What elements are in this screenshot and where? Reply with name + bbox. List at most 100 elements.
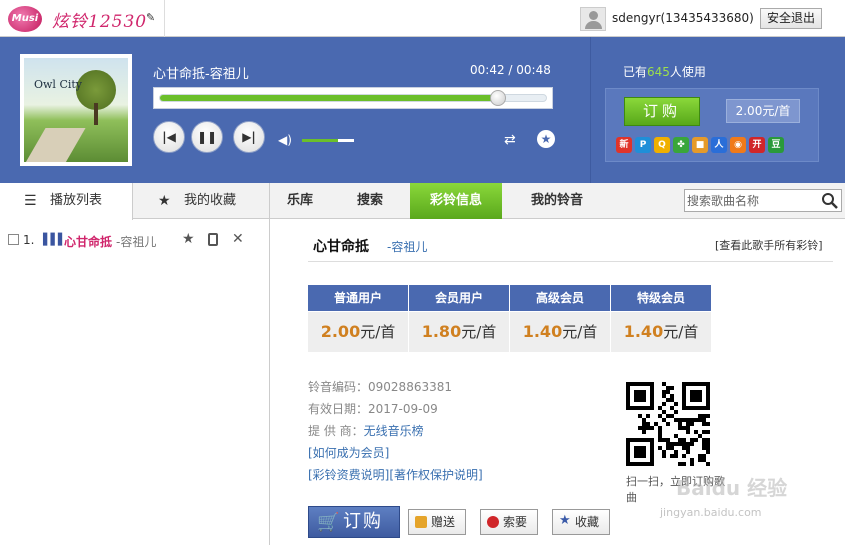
album-art-image: Owl City — [24, 58, 128, 162]
pause-icon: ❚❚ — [196, 130, 218, 144]
list-icon: ☰ — [24, 193, 37, 209]
top-bar: Musi 炫铃12530 ✎ sdengyr(13435433680) 安全退出 — [0, 0, 845, 37]
close-icon[interactable]: ✕ — [232, 231, 244, 247]
left-tab-bar: ☰ 播放列表 ★ 我的收藏 — [0, 183, 270, 220]
cart-icon: 🛒 — [317, 512, 340, 533]
code-value: 09028863381 — [368, 380, 452, 394]
request-icon — [487, 516, 499, 528]
ppc-icon[interactable]: P — [635, 137, 651, 153]
price-header: 会员用户 — [409, 285, 509, 311]
tab-search[interactable]: 搜索 — [334, 183, 406, 219]
collect-button[interactable]: ★ 收藏 — [552, 509, 610, 535]
price-cell: 2.00元/首 — [308, 312, 408, 352]
request-button[interactable]: 索要 — [480, 509, 538, 535]
renren-icon[interactable]: 人 — [711, 137, 727, 153]
kaixin-icon[interactable]: 开 — [749, 137, 765, 153]
gift-icon — [415, 516, 427, 528]
expiry-date: 有效日期：2017-09-09 — [308, 400, 438, 417]
gift-button[interactable]: 赠送 — [408, 509, 466, 535]
price-cell: 1.40元/首 — [510, 312, 610, 352]
price-value: 1.40 — [522, 322, 563, 341]
price-unit: 元/首 — [562, 323, 598, 341]
now-playing-title: 心甘命抵-容祖儿 — [153, 67, 249, 82]
next-button[interactable]: ▶| — [233, 121, 265, 153]
pause-button[interactable]: ❚❚ — [191, 121, 223, 153]
avatar[interactable] — [580, 7, 606, 31]
cover-title: Owl City — [34, 78, 83, 91]
view-all-ringtones-link[interactable]: [查看此歌手所有彩铃] — [715, 237, 823, 253]
search-icon[interactable] — [821, 192, 839, 210]
ringtone-code: 铃音编码：09028863381 — [308, 378, 452, 395]
tab-favorites[interactable]: ★ 我的收藏 — [134, 183, 270, 219]
box-icon[interactable]: ■ — [692, 137, 708, 153]
buy-panel: 订购 2.00元/首 新 P Q ✤ ■ 人 ◉ 开豆 — [605, 88, 819, 162]
playlist-item[interactable]: 1. ▌▌▌ 心甘命抵 -容祖儿 ★ ✕ — [0, 229, 269, 251]
tab-my-ringtones[interactable]: 我的铃音 — [506, 183, 608, 219]
playback-time: 00:42 / 00:48 — [470, 63, 551, 77]
provider: 提 供 商：无线音乐榜 — [308, 422, 424, 439]
expiry-label: 有效日期： — [308, 402, 369, 416]
share-icons: 新 P Q ✤ ■ 人 ◉ 开豆 — [616, 137, 787, 157]
price-unit: 元/首 — [663, 323, 699, 341]
star-icon: ★ — [559, 513, 571, 528]
price-value: 2.00 — [320, 322, 361, 341]
song-title: 心甘命抵 — [313, 239, 369, 255]
playlist-item-checkbox[interactable] — [8, 234, 19, 245]
progress-fill — [160, 95, 498, 101]
search-input[interactable] — [687, 192, 817, 209]
order-button-large[interactable]: 🛒 订购 — [308, 506, 400, 538]
playlist-item-song[interactable]: 心甘命抵 — [64, 233, 112, 250]
price-unit: 元/首 — [360, 323, 396, 341]
price-header: 特级会员 — [611, 285, 711, 311]
tab-ringtone-info[interactable]: 彩铃信息 — [410, 183, 502, 219]
pencil-icon[interactable]: ✎ — [146, 11, 155, 24]
qr-code-image — [626, 382, 710, 466]
volume-icon[interactable]: ◀) — [278, 133, 292, 147]
progress-handle[interactable] — [489, 90, 506, 106]
divider — [308, 261, 833, 262]
phone-icon[interactable] — [208, 233, 218, 246]
order-button[interactable]: 订购 — [624, 97, 700, 126]
divider — [269, 183, 270, 545]
membership-link[interactable]: [如何成为会员] — [308, 444, 389, 461]
divider — [590, 37, 591, 183]
star-icon: ★ — [158, 193, 171, 209]
repeat-icon[interactable]: ⇄ — [504, 132, 516, 148]
artist-link[interactable]: -容祖儿 — [387, 238, 427, 255]
code-label: 铃音编码： — [308, 380, 369, 394]
tab-favorites-label: 我的收藏 — [184, 193, 237, 208]
favorite-star-icon[interactable]: ★ — [537, 130, 555, 148]
music-logo-icon[interactable]: Musi — [8, 6, 42, 32]
progress-bar[interactable] — [153, 87, 553, 109]
clover-icon[interactable]: ✤ — [673, 137, 689, 153]
album-cover: Owl City — [20, 54, 132, 166]
playlist-item-number: 1. — [23, 233, 35, 247]
username: sdengyr(13435433680) — [612, 11, 754, 25]
next-icon: ▶| — [242, 130, 256, 144]
baidu-watermark-url: jingyan.baidu.com — [660, 506, 762, 519]
tree-trunk — [94, 103, 98, 125]
previous-icon: |◀ — [162, 130, 176, 144]
previous-button[interactable]: |◀ — [153, 121, 185, 153]
qzone-icon[interactable]: Q — [654, 137, 670, 153]
provider-label: 提 供 商： — [308, 424, 364, 438]
tab-playlist[interactable]: ☰ 播放列表 — [0, 183, 133, 220]
douban-icon[interactable]: 豆 — [768, 137, 784, 153]
order-label: 订购 — [343, 511, 383, 532]
tab-library[interactable]: 乐库 — [270, 183, 330, 219]
volume-slider[interactable] — [302, 139, 354, 142]
fee-info-link[interactable]: [彩铃资费说明] — [308, 468, 389, 482]
tqq-icon[interactable]: ◉ — [730, 137, 746, 153]
baidu-watermark: Baidu 经验 — [676, 476, 788, 500]
copyright-link[interactable]: [著作权保护说明] — [389, 468, 482, 482]
progress-track[interactable] — [159, 90, 547, 106]
provider-link[interactable]: 无线音乐榜 — [364, 424, 424, 438]
brand-name[interactable]: 炫铃12530 — [52, 7, 147, 32]
favorite-star-icon[interactable]: ★ — [182, 231, 195, 247]
logout-button[interactable]: 安全退出 — [760, 8, 822, 29]
users-count: 645 — [647, 65, 670, 79]
price-unit: 元/首 — [461, 323, 497, 341]
playlist-item-artist[interactable]: -容祖儿 — [116, 233, 156, 250]
sina-weibo-icon[interactable]: 新 — [616, 137, 632, 153]
request-label: 索要 — [503, 515, 528, 529]
